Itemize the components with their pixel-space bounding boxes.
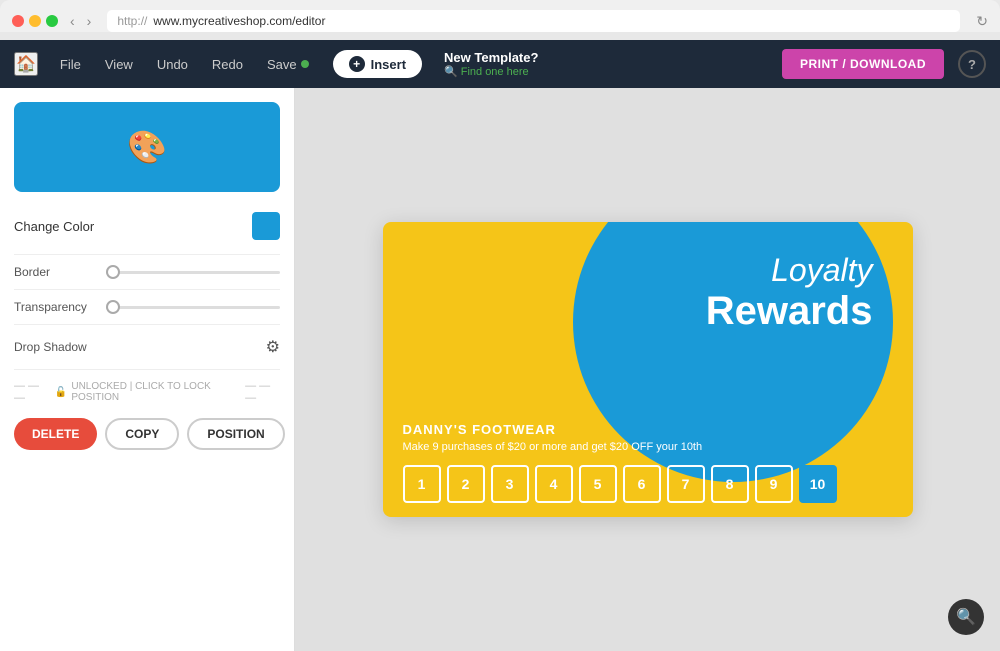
action-buttons: DELETE COPY POSITION — [14, 414, 280, 450]
nav-forward-button[interactable]: › — [83, 11, 96, 31]
border-label: Border — [14, 265, 94, 279]
border-slider-row: Border — [14, 255, 280, 290]
card-business-name: DANNY'S FOOTWEAR — [403, 422, 893, 437]
transparency-slider-track[interactable] — [106, 306, 280, 309]
dot-maximize[interactable] — [46, 15, 58, 27]
transparency-label: Transparency — [14, 300, 94, 314]
help-button[interactable]: ? — [958, 50, 986, 78]
new-template-title: New Template? — [444, 50, 538, 65]
card-title-block: Loyalty Rewards — [706, 252, 873, 334]
main-layout: 🎨 Change Color Border Transparency Drop … — [0, 88, 1000, 651]
home-button[interactable]: 🏠 — [14, 52, 38, 76]
stamp-1: 1 — [403, 465, 441, 503]
browser-dots — [12, 15, 58, 27]
dot-minimize[interactable] — [29, 15, 41, 27]
lock-label: 🔓 UNLOCKED | CLICK TO LOCK POSITION — [55, 381, 239, 403]
refresh-button[interactable]: ↻ — [976, 13, 988, 30]
border-slider-track[interactable] — [106, 271, 280, 274]
save-status-dot — [301, 60, 309, 68]
new-template-promo: New Template? 🔍 Find one here — [444, 50, 538, 78]
view-menu[interactable]: View — [95, 53, 143, 76]
color-picker-box[interactable] — [252, 212, 280, 240]
position-button[interactable]: POSITION — [187, 418, 284, 450]
border-slider-thumb[interactable] — [106, 265, 120, 279]
print-download-button[interactable]: PRINT / DOWNLOAD — [782, 49, 944, 79]
stamp-5: 5 — [579, 465, 617, 503]
change-color-row: Change Color — [14, 206, 280, 255]
url-prefix: http:// — [117, 14, 147, 28]
undo-menu[interactable]: Undo — [147, 53, 198, 76]
find-template-label: Find one here — [461, 66, 529, 78]
nav-back-button[interactable]: ‹ — [66, 11, 79, 31]
file-menu[interactable]: File — [50, 53, 91, 76]
lock-row[interactable]: — — — 🔓 UNLOCKED | CLICK TO LOCK POSITIO… — [14, 370, 280, 414]
stamp-9: 9 — [755, 465, 793, 503]
palette-icon: 🎨 — [127, 128, 167, 166]
stamp-4: 4 — [535, 465, 573, 503]
transparency-slider-row: Transparency — [14, 290, 280, 325]
lock-dash-left: — — — — [14, 380, 49, 404]
transparency-slider-thumb[interactable] — [106, 300, 120, 314]
url-text: www.mycreativeshop.com/editor — [153, 14, 325, 28]
browser-top-bar: ‹ › http:// www.mycreativeshop.com/edito… — [12, 10, 988, 32]
change-color-label: Change Color — [14, 219, 94, 234]
stamp-2: 2 — [447, 465, 485, 503]
card-loyalty-text: Loyalty — [706, 252, 873, 289]
card-bottom-section: DANNY'S FOOTWEAR Make 9 purchases of $20… — [383, 406, 913, 517]
dot-close[interactable] — [12, 15, 24, 27]
copy-button[interactable]: COPY — [105, 418, 179, 450]
loyalty-card[interactable]: Loyalty Rewards DANNY'S FOOTWEAR Make 9 … — [383, 222, 913, 517]
lock-text: UNLOCKED | CLICK TO LOCK POSITION — [71, 381, 239, 403]
card-rewards-text: Rewards — [706, 289, 873, 334]
lock-icon: 🔓 — [55, 387, 67, 398]
stamp-3: 3 — [491, 465, 529, 503]
search-icon: 🔍 — [444, 65, 458, 78]
stamp-10: 10 — [799, 465, 837, 503]
color-swatch-panel: 🎨 — [14, 102, 280, 192]
redo-menu[interactable]: Redo — [202, 53, 253, 76]
card-tagline: Make 9 purchases of $20 or more and get … — [403, 441, 893, 453]
save-label: Save — [267, 57, 297, 72]
delete-button[interactable]: DELETE — [14, 418, 97, 450]
browser-chrome: ‹ › http:// www.mycreativeshop.com/edito… — [0, 0, 1000, 32]
save-item[interactable]: Save — [257, 53, 319, 76]
canvas-area: Loyalty Rewards DANNY'S FOOTWEAR Make 9 … — [295, 88, 1000, 651]
insert-button[interactable]: + Insert — [333, 50, 422, 78]
app-header: 🏠 File View Undo Redo Save + Insert New … — [0, 40, 1000, 88]
lock-dash-right: — — — — [245, 380, 280, 404]
insert-plus-icon: + — [349, 56, 365, 72]
zoom-icon: 🔍 — [956, 607, 976, 627]
stamp-6: 6 — [623, 465, 661, 503]
drop-shadow-row: Drop Shadow ⚙ — [14, 325, 280, 370]
left-panel: 🎨 Change Color Border Transparency Drop … — [0, 88, 295, 651]
browser-nav: ‹ › — [66, 11, 95, 31]
find-template-link[interactable]: 🔍 Find one here — [444, 65, 538, 78]
drop-shadow-label: Drop Shadow — [14, 340, 87, 354]
insert-label: Insert — [371, 57, 406, 72]
stamp-8: 8 — [711, 465, 749, 503]
url-bar[interactable]: http:// www.mycreativeshop.com/editor — [107, 10, 960, 32]
zoom-button[interactable]: 🔍 — [948, 599, 984, 635]
shadow-settings-icon[interactable]: ⚙ — [266, 337, 280, 357]
card-stamps-row: 12345678910 — [403, 465, 893, 503]
stamp-7: 7 — [667, 465, 705, 503]
